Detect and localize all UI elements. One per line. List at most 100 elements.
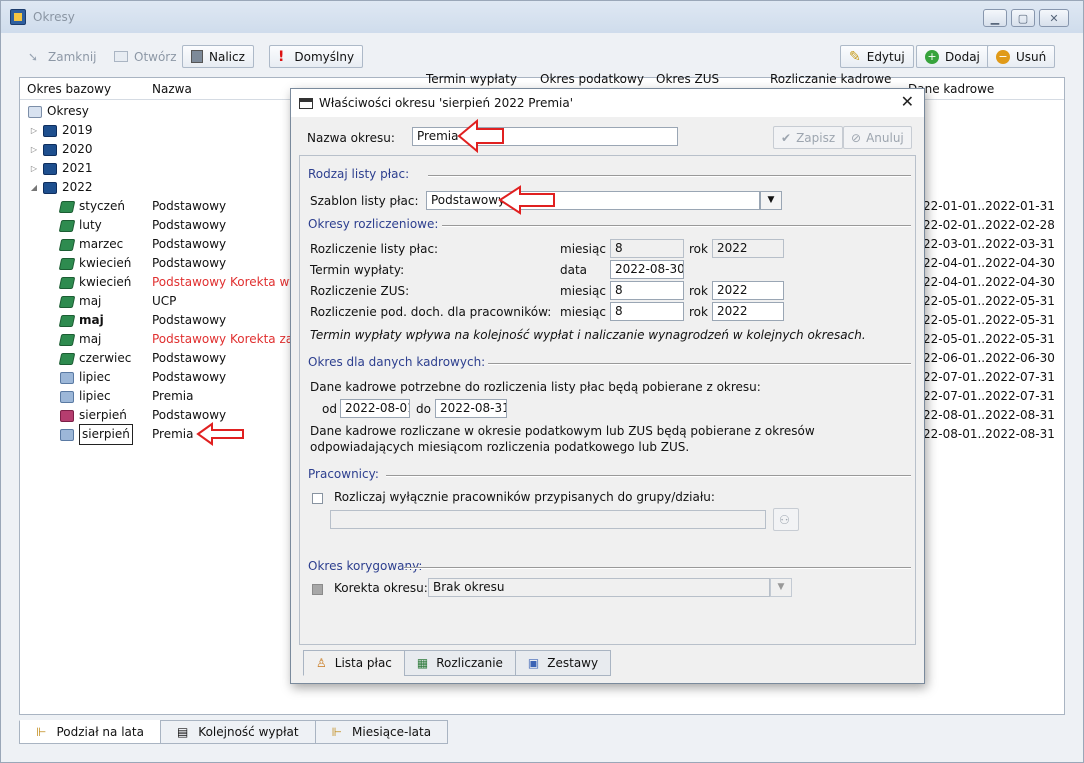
correction-checkbox[interactable] <box>312 584 323 595</box>
chevron-down-icon[interactable]: ▼ <box>770 578 792 597</box>
tab-payout-order[interactable]: ▤ Kolejność wypłat <box>159 720 316 744</box>
zus-settle-label: Rozliczenie ZUS: <box>310 284 410 298</box>
tree-icon: ⊩ <box>36 725 47 739</box>
list-icon: ▤ <box>176 725 189 739</box>
payroll-month-field: 8 <box>610 239 684 258</box>
tab-settlement[interactable]: ▦ Rozliczanie <box>403 650 516 676</box>
close-icon[interactable]: ✕ <box>901 92 914 111</box>
payroll-settle-label: Rozliczenie listy płac: <box>310 242 439 256</box>
tab-payroll-list[interactable]: ♙ Lista płac <box>303 650 405 676</box>
tree-root-label: Okresy <box>47 104 89 118</box>
period-name: Podstawowy <box>152 237 227 251</box>
expand-icon[interactable]: ▷ <box>30 121 38 140</box>
calc-button-label: Nalicz <box>209 49 245 64</box>
open-button[interactable]: Otwórz <box>105 45 186 68</box>
zus-year-input[interactable]: 2022 <box>712 281 784 300</box>
toolbar: ➘ Zamknij Otwórz Nalicz ! Domyślny ✎ Edy… <box>1 39 1083 69</box>
template-label: Szablon listy płac: <box>310 194 419 208</box>
period-name: Podstawowy <box>152 313 227 327</box>
period-name: Premia <box>152 389 194 403</box>
date-label: data <box>560 263 588 277</box>
workers-group-field <box>330 510 766 529</box>
period-name: Premia <box>152 427 194 441</box>
window-icon <box>299 98 313 109</box>
calculator-icon <box>191 50 203 63</box>
pay-date-input[interactable]: 2022-08-30 <box>610 260 684 279</box>
back-icon: ➘ <box>28 49 39 64</box>
hr-range: 22-08-01..2022-08-31 <box>923 408 1055 422</box>
add-button[interactable]: + Dodaj <box>916 45 989 68</box>
month-label: maj <box>79 294 102 308</box>
hr-range: 22-04-01..2022-04-30 <box>923 275 1055 289</box>
col-base-period[interactable]: Okres bazowy <box>27 82 111 96</box>
period-name-label: Nazwa okresu: <box>307 131 395 145</box>
users-icon: ⚇ <box>779 512 790 527</box>
remove-button[interactable]: − Usuń <box>987 45 1056 68</box>
book-edit-icon <box>60 409 74 422</box>
close-button[interactable]: ➘ Zamknij <box>19 45 106 68</box>
workers-filter-checkbox[interactable] <box>312 493 323 504</box>
tab-label: Kolejność wypłat <box>198 725 299 739</box>
period-name: Podstawowy <box>152 370 227 384</box>
month-label: maj <box>79 313 104 327</box>
chevron-down-icon[interactable]: ▼ <box>760 191 782 210</box>
col-name[interactable]: Nazwa <box>152 82 192 96</box>
open-button-label: Otwórz <box>134 49 177 64</box>
collapse-icon[interactable]: ◢ <box>30 178 38 197</box>
tab-months-years[interactable]: ⊩ Miesiące-lata <box>314 720 449 744</box>
month-label: maj <box>79 332 102 346</box>
col-tax-period[interactable]: Okres podatkowy <box>540 72 644 86</box>
divider <box>386 475 911 477</box>
month-label: czerwiec <box>79 351 132 365</box>
year-label: 2019 <box>62 123 93 137</box>
pay-date-label: Termin wypłaty: <box>310 263 405 277</box>
divider <box>428 175 911 177</box>
expand-icon[interactable]: ▷ <box>30 159 38 178</box>
month-label: kwiecień <box>79 275 132 289</box>
section-correction: Okres korygowany: <box>308 559 423 573</box>
tab-sets[interactable]: ▣ Zestawy <box>514 650 612 676</box>
pick-group-button[interactable]: ⚇ <box>773 508 799 531</box>
template-select[interactable]: Podstawowy <box>426 191 760 210</box>
period-name-input[interactable]: Premia <box>412 127 678 146</box>
calendar-icon <box>43 162 57 175</box>
close-window-button[interactable]: ✕ <box>1039 9 1069 27</box>
tax-month-input[interactable]: 8 <box>610 302 684 321</box>
col-hr-settlement[interactable]: Rozliczanie kadrowe <box>770 72 891 86</box>
minimize-button[interactable]: ▁ <box>983 9 1007 27</box>
periods-note: Termin wypłaty wpływa na kolejność wypła… <box>310 328 866 342</box>
settings-panel: Rodzaj listy płac: Szablon listy płac: P… <box>299 155 916 645</box>
tax-year-input[interactable]: 2022 <box>712 302 784 321</box>
correction-select[interactable]: Brak okresu <box>428 578 770 597</box>
edit-button[interactable]: ✎ Edytuj <box>840 45 914 68</box>
annotation-arrow-icon <box>457 118 504 154</box>
book-icon <box>58 295 76 308</box>
hr-to-input[interactable]: 2022-08-31 <box>435 399 507 418</box>
hr-range: 22-03-01..2022-03-31 <box>923 237 1055 251</box>
check-icon: ✔ <box>781 130 792 145</box>
cancel-button[interactable]: ⊘ Anuluj <box>843 126 912 149</box>
cancel-button-label: Anuluj <box>866 130 904 145</box>
month-label: sierpień <box>79 424 133 445</box>
zus-month-input[interactable]: 8 <box>610 281 684 300</box>
to-label: do <box>416 402 431 416</box>
month-label: lipiec <box>79 389 111 403</box>
hr-range: 22-05-01..2022-05-31 <box>923 313 1055 327</box>
book-open-icon <box>28 105 42 118</box>
period-name: Podstawowy <box>152 218 227 232</box>
maximize-button[interactable]: ▢ <box>1011 9 1035 27</box>
year-label: rok <box>689 242 708 256</box>
expand-icon[interactable]: ▷ <box>30 140 38 159</box>
book-icon <box>58 314 76 327</box>
hr-range: 22-04-01..2022-04-30 <box>923 256 1055 270</box>
annotation-arrow-icon <box>196 422 244 446</box>
calc-button[interactable]: Nalicz <box>182 45 254 68</box>
col-pay-date[interactable]: Termin wypłaty <box>426 72 517 86</box>
hr-range: 22-07-01..2022-07-31 <box>923 389 1055 403</box>
tab-label: Lista płac <box>334 656 392 670</box>
hr-from-input[interactable]: 2022-08-01 <box>340 399 410 418</box>
col-zus-period[interactable]: Okres ZUS <box>656 72 719 86</box>
default-button[interactable]: ! Domyślny <box>269 45 364 68</box>
tab-years[interactable]: ⊩ Podział na lata <box>19 720 161 744</box>
save-button[interactable]: ✔ Zapisz <box>773 126 844 149</box>
